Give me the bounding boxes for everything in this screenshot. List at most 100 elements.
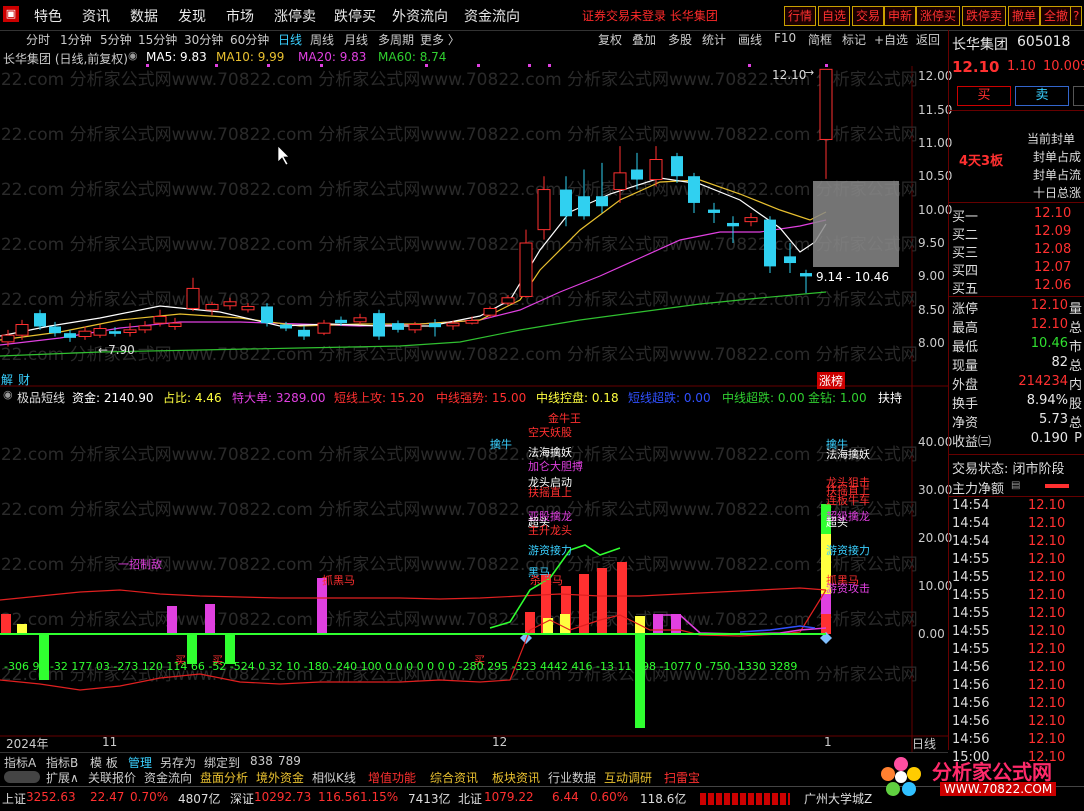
- toggle-switch[interactable]: [4, 771, 40, 783]
- menu-foreign-flow[interactable]: 外资流向: [392, 6, 448, 26]
- bid-row[interactable]: 买二 12.09: [952, 224, 1082, 243]
- svg-text:822.com 分析家公式网www.70822.com 分析: 822.com 分析家公式网www.70822.com 分析家公式网www.70…: [0, 500, 918, 520]
- menu-fund-flow[interactable]: 资金流向: [464, 6, 520, 26]
- zt-rank-tag[interactable]: 涨榜: [817, 372, 846, 389]
- tick-row: 14:55 12.10: [952, 624, 1082, 642]
- signal-text: 杀黑马: [530, 574, 563, 587]
- tab-news[interactable]: 综合资讯: [430, 769, 478, 786]
- tab-789[interactable]: 789: [278, 754, 301, 768]
- svg-text:822.com 分析家公式网www.70822.com 分析: 822.com 分析家公式网www.70822.com 分析家公式网www.70…: [0, 125, 918, 145]
- stat-row: 换手 8.94% 股: [952, 393, 1082, 412]
- signal-text: 超头: [826, 516, 848, 529]
- candle-body: [784, 256, 796, 264]
- tick-time: 14:55: [952, 624, 990, 639]
- tab-838[interactable]: 838: [250, 754, 273, 768]
- quote-panel: 长华集团 605018 12.10 1.10 10.00% 买 卖 4天3板 当…: [948, 30, 1084, 765]
- menu-bar: ▣ 特色 资讯 数据 发现 市场 涨停卖 跌停买 外资流向 资金流向 证券交易未…: [0, 0, 1084, 31]
- svg-text:822.com 分析家公式网www.70822.com 分析: 822.com 分析家公式网www.70822.com 分析家公式网www.70…: [0, 235, 918, 255]
- bid-row[interactable]: 买五 12.06: [952, 278, 1082, 297]
- menu-dt-buy[interactable]: 跌停买: [334, 6, 376, 26]
- low-price-value: 7.90: [108, 343, 135, 357]
- bid-row[interactable]: 买三 12.08: [952, 242, 1082, 261]
- news-ticker[interactable]: 广州大学城Z: [804, 790, 872, 807]
- menu-news[interactable]: 资讯: [82, 6, 110, 26]
- trade-button[interactable]: 交易: [852, 6, 885, 26]
- candle-body: [537, 189, 551, 231]
- watchlist-button[interactable]: 自选: [818, 6, 851, 26]
- mouse-cursor-icon: [277, 145, 290, 166]
- tab-value-added[interactable]: 增值功能: [368, 769, 416, 786]
- menu-market[interactable]: 市场: [226, 6, 254, 26]
- help-button[interactable]: ?: [1070, 6, 1083, 26]
- sell-button[interactable]: 卖: [1015, 86, 1069, 106]
- signal-text: 加仑大胆搏: [528, 460, 583, 473]
- tab-market-analysis[interactable]: 盘面分析: [200, 769, 248, 786]
- left-tag-1[interactable]: 解: [1, 371, 13, 388]
- zt-buy-button[interactable]: 涨停买: [916, 6, 961, 26]
- menu-feature[interactable]: 特色: [34, 6, 62, 26]
- svg-text:822.com 分析家公式网www.70822.com 分析: 822.com 分析家公式网www.70822.com 分析家公式网www.70…: [0, 345, 918, 365]
- tab-sector-news[interactable]: 板块资讯: [492, 769, 540, 786]
- candle-body: [819, 68, 833, 140]
- price-tick: 9.00: [918, 269, 945, 283]
- tab-fund-flow[interactable]: 资金流向: [144, 769, 192, 786]
- buy-button[interactable]: 买: [957, 86, 1011, 106]
- candle-body: [578, 196, 590, 217]
- candle-body: [34, 313, 46, 327]
- app-logo-icon[interactable]: ▣: [3, 6, 19, 22]
- signal-text: 擒牛: [490, 438, 512, 451]
- tick-price: 12.10: [1028, 588, 1066, 603]
- menu-zt-sell[interactable]: 涨停卖: [274, 6, 316, 26]
- expand-button[interactable]: [1073, 86, 1084, 106]
- indicator-bar: [653, 614, 663, 634]
- quote-button[interactable]: 行情: [784, 6, 817, 26]
- indicator-settings-icon[interactable]: ◉: [3, 388, 13, 401]
- candle-body: [353, 317, 367, 323]
- tab-foreign-capital[interactable]: 境外资金: [256, 769, 304, 786]
- stat-label: 换手: [952, 397, 979, 412]
- candle-body: [261, 306, 273, 324]
- left-tag-2[interactable]: 财: [18, 371, 30, 388]
- bid-price: 12.07: [1034, 260, 1072, 275]
- candle-body: [138, 325, 152, 331]
- netflow-dropdown-icon[interactable]: ▤: [1011, 480, 1020, 491]
- menu-discover[interactable]: 发现: [178, 6, 206, 26]
- new-ipo-button[interactable]: 申新: [884, 6, 917, 26]
- index-sh-name[interactable]: 上证: [2, 790, 26, 807]
- indicator-values-row: -306 92 -32 177 03 -273 120 114 66 -52 -…: [4, 660, 798, 673]
- tab-minesweeper[interactable]: 扫雷宝: [664, 769, 700, 786]
- index-bj-value: 1079.22: [484, 790, 534, 804]
- bid-row[interactable]: 买一 12.10: [952, 206, 1082, 225]
- stat-label: 收益㈢: [952, 435, 992, 450]
- bid-price: 12.09: [1034, 224, 1072, 239]
- top-markers: [146, 64, 828, 67]
- ind-field-fund: 资金: 2140.90: [72, 391, 154, 405]
- dt-sell-button[interactable]: 跌停卖: [962, 6, 1007, 26]
- tick-time: 14:54: [952, 534, 990, 549]
- ind-field-mid-control: 中线控盘: 0.18: [536, 391, 619, 405]
- index-bj-name[interactable]: 北证: [458, 790, 482, 807]
- tab-industry-data[interactable]: 行业数据: [548, 769, 596, 786]
- tick-row: 14:55 12.10: [952, 642, 1082, 660]
- stat-suffix: 总: [1068, 416, 1082, 431]
- tick-price: 12.10: [1028, 678, 1066, 693]
- info-line: 当前封单: [1027, 132, 1076, 146]
- tick-price: 12.10: [1028, 498, 1066, 513]
- stat-suffix: 总: [1068, 359, 1082, 374]
- candle-body: [408, 323, 422, 331]
- tick-row: 14:54 12.10: [952, 498, 1082, 516]
- tab-interactive[interactable]: 互动调研: [604, 769, 652, 786]
- menu-data[interactable]: 数据: [130, 6, 158, 26]
- bid-row[interactable]: 买四 12.07: [952, 260, 1082, 279]
- cancel-order-button[interactable]: 撤单: [1008, 6, 1041, 26]
- candle-body: [64, 333, 76, 338]
- tab-related-quote[interactable]: 关联报价: [88, 769, 136, 786]
- bid-label: 买一: [952, 210, 979, 225]
- index-sz-name[interactable]: 深证: [230, 790, 254, 807]
- tab-expand[interactable]: 扩展∧: [46, 769, 79, 786]
- tab-similar-kline[interactable]: 相似K线: [312, 769, 356, 786]
- tick-time: 14:56: [952, 660, 990, 675]
- bid-label: 买四: [952, 264, 979, 279]
- candle-body: [596, 196, 608, 207]
- cancel-all-button[interactable]: 全撤: [1040, 6, 1073, 26]
